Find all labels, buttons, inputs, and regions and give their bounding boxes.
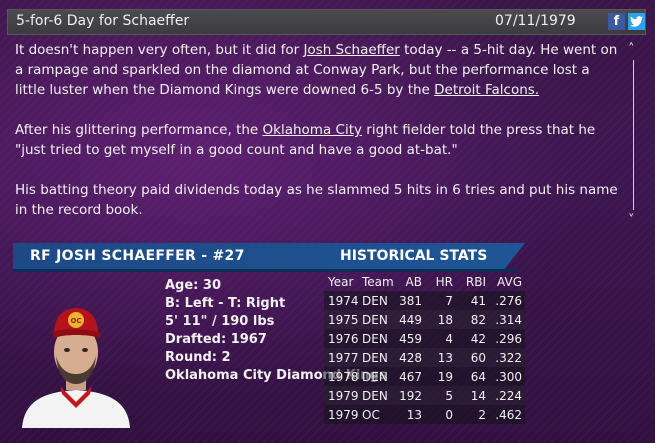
scrollbar-track[interactable] (633, 60, 634, 210)
stats-row: 1978 DEN 467 19 64 .300 (324, 367, 525, 386)
stat-rbi: 60 (470, 350, 486, 365)
stat-ab: 467 (399, 369, 422, 384)
stat-ab: 459 (399, 331, 422, 346)
stat-year: 1976 (328, 331, 359, 346)
stat-hr: 0 (445, 407, 453, 422)
stat-team: DEN (362, 293, 388, 308)
player-name-banner[interactable]: RF JOSH SCHAEFFER - #27 (30, 248, 245, 264)
stat-hr: 18 (437, 312, 453, 327)
stats-row: 1976 DEN 459 4 42 .296 (324, 329, 525, 348)
stat-team: OC (362, 407, 380, 422)
stat-team: DEN (362, 388, 388, 403)
player-link[interactable]: Josh Schaeffer (303, 42, 399, 58)
stat-rbi: 14 (470, 388, 486, 403)
stat-rbi: 2 (478, 407, 486, 422)
col-year-header: Year (328, 275, 354, 289)
stat-hr: 4 (445, 331, 453, 346)
stat-avg: .300 (495, 369, 522, 384)
article-body: It doesn't happen very often, but it did… (15, 40, 620, 240)
historical-stats-table: Year Team AB HR RBI AVG 1974 DEN 381 7 4… (324, 273, 525, 424)
stat-year: 1979 (328, 407, 359, 422)
stat-avg: .322 (495, 350, 522, 365)
stat-ab: 13 (406, 407, 422, 422)
stat-hr: 5 (445, 388, 453, 403)
col-ab-header: AB (405, 275, 422, 289)
stats-row: 1975 DEN 449 18 82 .314 (324, 310, 525, 329)
col-avg-header: AVG (497, 275, 522, 289)
stat-ab: 192 (399, 388, 422, 403)
stat-year: 1978 (328, 369, 359, 384)
stat-year: 1979 (328, 388, 359, 403)
scroll-up-icon[interactable]: ˄ (628, 42, 635, 57)
team-link[interactable]: Oklahoma City (263, 122, 362, 138)
stat-avg: .462 (495, 407, 522, 422)
news-header: 5-for-6 Day for Schaeffer 07/11/1979 f (7, 9, 646, 35)
news-date: 07/11/1979 (495, 13, 576, 29)
stat-avg: .276 (495, 293, 522, 308)
stat-rbi: 64 (470, 369, 486, 384)
stats-row: 1979 OC 13 0 2 .462 (324, 405, 525, 424)
stat-ab: 381 (399, 293, 422, 308)
facebook-share-icon[interactable]: f (608, 13, 625, 30)
stat-rbi: 41 (470, 293, 486, 308)
stat-hr: 13 (437, 350, 453, 365)
stat-hr: 7 (445, 293, 453, 308)
stat-ab: 449 (399, 312, 422, 327)
article-paragraph: It doesn't happen very often, but it did… (15, 40, 620, 100)
stat-avg: .296 (495, 331, 522, 346)
opponent-team-link[interactable]: Detroit Falcons. (434, 82, 539, 98)
article-text: It doesn't happen very often, but it did… (15, 42, 304, 58)
article-text: After his glittering performance, the (15, 122, 263, 138)
stat-avg: .224 (495, 388, 522, 403)
stats-row: 1977 DEN 428 13 60 .322 (324, 348, 525, 367)
stat-team: DEN (362, 369, 388, 384)
stats-row: 1979 DEN 192 5 14 .224 (324, 386, 525, 405)
stat-year: 1975 (328, 312, 359, 327)
player-portrait: OC (12, 274, 140, 428)
stat-ab: 428 (399, 350, 422, 365)
article-paragraph: After his glittering performance, the Ok… (15, 120, 620, 160)
stat-rbi: 42 (470, 331, 486, 346)
stat-team: DEN (362, 312, 388, 327)
stats-header-row: Year Team AB HR RBI AVG (324, 273, 525, 291)
article-paragraph: His batting theory paid dividends today … (15, 182, 618, 218)
col-hr-header: HR (435, 275, 453, 289)
headline: 5-for-6 Day for Schaeffer (16, 13, 190, 29)
stat-hr: 19 (437, 369, 453, 384)
stat-year: 1977 (328, 350, 359, 365)
col-team-header: Team (362, 275, 394, 289)
banner-stripe (13, 269, 518, 272)
cap-logo: OC (70, 317, 81, 325)
col-rbi-header: RBI (465, 275, 486, 289)
historical-stats-heading: HISTORICAL STATS (340, 248, 488, 264)
stat-rbi: 82 (470, 312, 486, 327)
stat-avg: .314 (495, 312, 522, 327)
stats-row: 1974 DEN 381 7 41 .276 (324, 291, 525, 310)
stat-team: DEN (362, 331, 388, 346)
stat-team: DEN (362, 350, 388, 365)
scroll-down-icon[interactable]: ˅ (628, 213, 635, 228)
twitter-share-icon[interactable] (628, 13, 645, 30)
stat-year: 1974 (328, 293, 359, 308)
